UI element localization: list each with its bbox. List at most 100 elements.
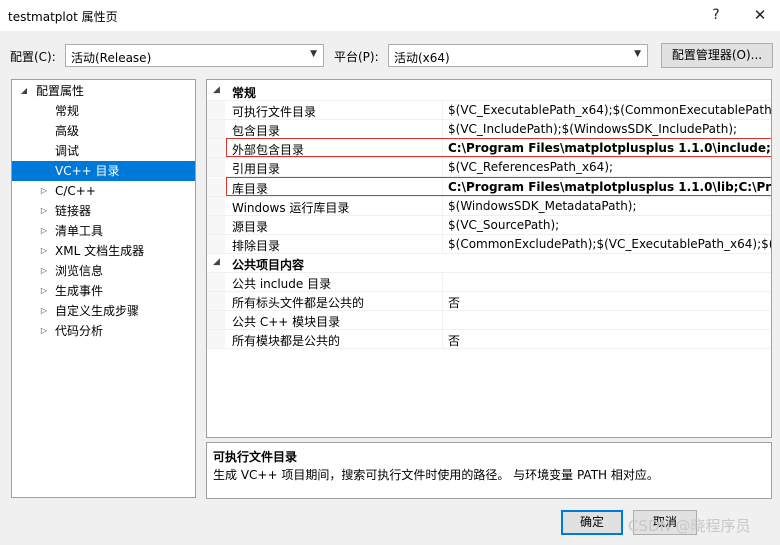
property-row[interactable]: 外部包含目录 C:\Program Files\matplotplusplus 1…: [207, 139, 771, 159]
property-value[interactable]: $(WindowsSDK_MetadataPath);: [448, 199, 637, 213]
window-title: testmatplot 属性页: [8, 10, 118, 24]
tree-item[interactable]: 常规: [12, 101, 195, 121]
expand-triangle-icon[interactable]: ▷: [38, 321, 50, 341]
property-value[interactable]: C:\Program Files\matplotplusplus 1.1.0\l…: [448, 180, 771, 194]
column-divider: [442, 234, 443, 253]
row-gutter: [207, 139, 225, 158]
property-grid[interactable]: ◢ 常规 可执行文件目录 $(VC_ExecutablePath_x64);$(Com…: [206, 79, 772, 438]
property-name: 所有模块都是公共的: [232, 334, 341, 349]
property-row[interactable]: 所有模块都是公共的 否: [207, 330, 771, 350]
watermark: CSDN @晓程序员: [628, 517, 751, 535]
row-gutter: [207, 234, 225, 253]
property-name: 所有标头文件都是公共的: [232, 296, 365, 311]
tree-item[interactable]: ▷ 生成事件: [12, 281, 195, 301]
tree-item-label: 常规: [55, 104, 80, 118]
property-value[interactable]: 否: [448, 332, 460, 348]
config-manager-button[interactable]: 配置管理器(O)...: [661, 43, 773, 68]
column-divider: [442, 215, 443, 234]
platform-label: 平台(P):: [334, 50, 379, 64]
row-gutter: [207, 177, 225, 196]
chevron-down-icon: ▼: [310, 49, 317, 59]
property-name: 库目录: [232, 181, 269, 196]
expand-triangle-icon[interactable]: ▷: [38, 241, 50, 261]
config-label: 配置(C):: [10, 50, 56, 64]
column-divider: [442, 311, 443, 330]
tree-item-label: 浏览信息: [55, 264, 104, 278]
ok-button[interactable]: 确定: [561, 510, 623, 535]
help-button[interactable]: ?: [696, 2, 736, 28]
tree-item[interactable]: 调试: [12, 141, 195, 161]
tree-item[interactable]: ▷ C/C++: [12, 181, 195, 201]
property-row[interactable]: 源目录 $(VC_SourcePath);: [207, 215, 771, 235]
tree-item-label: 自定义生成步骤: [55, 304, 140, 318]
property-row[interactable]: 公共 C++ 模块目录: [207, 311, 771, 331]
section-title: 常规: [232, 86, 257, 100]
tree-item-label: C/C++: [55, 184, 96, 198]
tree-item[interactable]: ▷ 自定义生成步骤: [12, 301, 195, 321]
collapse-triangle-icon[interactable]: ◢: [213, 257, 220, 267]
tree-item-label: 高级: [55, 124, 80, 138]
tree-root[interactable]: ◢ 配置属性: [12, 81, 195, 101]
property-row[interactable]: 所有标头文件都是公共的 否: [207, 292, 771, 312]
tree-item-label: 调试: [55, 144, 80, 158]
tree-item[interactable]: ▷ 浏览信息: [12, 261, 195, 281]
property-row[interactable]: 公共 include 目录: [207, 273, 771, 292]
collapse-triangle-icon[interactable]: ◢: [213, 85, 220, 95]
row-gutter: [207, 120, 225, 139]
chevron-down-icon: ▼: [634, 49, 641, 59]
row-gutter: [207, 196, 225, 215]
property-value[interactable]: C:\Program Files\matplotplusplus 1.1.0\i…: [448, 141, 771, 155]
expand-triangle-icon[interactable]: ▷: [38, 221, 50, 241]
row-gutter: [207, 292, 225, 311]
expand-triangle-icon[interactable]: ▷: [38, 181, 50, 201]
property-name: 外部包含目录: [232, 143, 305, 158]
tree-item-label: 链接器: [55, 204, 92, 218]
tree-item[interactable]: VC++ 目录: [12, 161, 195, 181]
property-value[interactable]: $(VC_SourcePath);: [448, 218, 559, 232]
expand-triangle-icon[interactable]: ▷: [38, 201, 50, 221]
column-divider: [442, 139, 443, 158]
property-row[interactable]: Windows 运行库目录 $(WindowsSDK_MetadataPath);: [207, 196, 771, 216]
column-divider: [442, 158, 443, 177]
property-row[interactable]: 排除目录 $(CommonExcludePath);$(VC_Executable…: [207, 234, 771, 254]
tree-item[interactable]: 高级: [12, 121, 195, 141]
property-value[interactable]: 否: [448, 294, 460, 310]
column-divider: [442, 177, 443, 196]
property-tree[interactable]: ◢ 配置属性 常规高级调试 VC++ 目录 ▷ C/C++ ▷ 链接器 ▷ 清单工具 ▷ XML …: [11, 79, 196, 498]
column-divider: [442, 196, 443, 215]
property-value[interactable]: $(CommonExcludePath);$(VC_ExecutablePath…: [448, 237, 771, 251]
property-name: 引用目录: [232, 162, 281, 177]
property-row[interactable]: 包含目录 $(VC_IncludePath);$(WindowsSDK_Inclu…: [207, 120, 771, 140]
expand-triangle-icon[interactable]: ▷: [38, 281, 50, 301]
grid-section-header[interactable]: ◢ 公共项目内容: [207, 253, 771, 273]
column-divider: [442, 273, 443, 291]
property-value[interactable]: $(VC_ReferencesPath_x64);: [448, 160, 613, 174]
tree-item-label: VC++ 目录: [55, 164, 120, 178]
row-gutter: [207, 311, 225, 330]
row-gutter: [207, 273, 225, 291]
platform-dropdown[interactable]: 活动(x64) ▼: [388, 44, 648, 67]
description-title: 可执行文件目录: [213, 450, 298, 464]
close-button[interactable]: ✕: [740, 2, 780, 28]
tree-item[interactable]: ▷ XML 文档生成器: [12, 241, 195, 261]
tree-item[interactable]: ▷ 清单工具: [12, 221, 195, 241]
row-gutter: [207, 330, 225, 349]
property-row[interactable]: 引用目录 $(VC_ReferencesPath_x64);: [207, 158, 771, 178]
property-name: 排除目录: [232, 238, 281, 253]
row-gutter: [207, 158, 225, 177]
tree-item[interactable]: ▷ 链接器: [12, 201, 195, 221]
tree-item-label: 清单工具: [55, 224, 104, 238]
property-value[interactable]: $(VC_IncludePath);$(WindowsSDK_IncludePa…: [448, 122, 737, 136]
property-row[interactable]: 库目录 C:\Program Files\matplotplusplus 1.1.…: [207, 177, 771, 197]
config-dropdown[interactable]: 活动(Release) ▼: [65, 44, 324, 67]
description-panel: 可执行文件目录 生成 VC++ 项目期间，搜索可执行文件时使用的路径。 与环境变…: [206, 442, 772, 499]
title-bar: testmatplot 属性页 ? ✕: [0, 0, 780, 31]
grid-section-header[interactable]: ◢ 常规: [207, 82, 771, 101]
property-row[interactable]: 可执行文件目录 $(VC_ExecutablePath_x64);$(Common…: [207, 101, 771, 121]
tree-item-label: 代码分析: [55, 324, 104, 338]
property-value[interactable]: $(VC_ExecutablePath_x64);$(CommonExecuta…: [448, 103, 771, 117]
collapse-triangle-icon[interactable]: ◢: [18, 81, 30, 101]
expand-triangle-icon[interactable]: ▷: [38, 301, 50, 321]
tree-item[interactable]: ▷ 代码分析: [12, 321, 195, 341]
expand-triangle-icon[interactable]: ▷: [38, 261, 50, 281]
